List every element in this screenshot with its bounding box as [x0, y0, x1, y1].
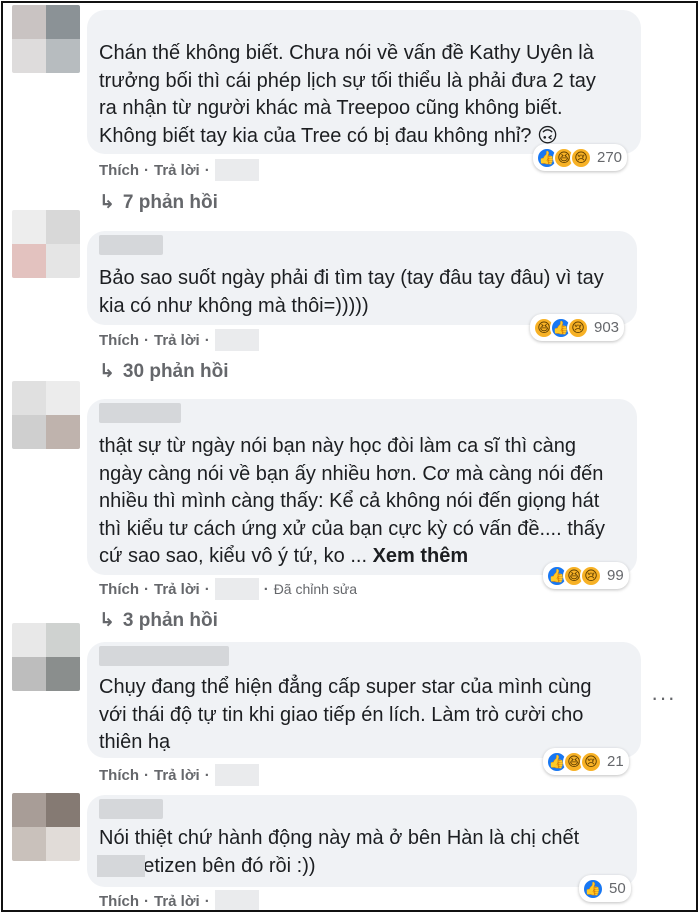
reply-button[interactable]: Trả lời [154, 767, 200, 784]
avatar[interactable] [12, 381, 80, 449]
reply-button[interactable]: Trả lời [154, 581, 200, 598]
like-button[interactable]: Thích [99, 332, 139, 349]
comment-actions: Thích · Trả lời · [99, 764, 259, 786]
view-replies-link[interactable]: ↳ 7 phản hồi [99, 191, 218, 214]
sad-icon: 😢 [570, 146, 592, 169]
sad-icon: 😢 [567, 316, 589, 339]
separator-dot: · [204, 892, 210, 910]
view-replies-link[interactable]: ↳ 3 phản hồi [99, 609, 218, 632]
separator-dot: · [204, 161, 210, 179]
sad-icon: 😢 [580, 750, 602, 773]
avatar[interactable] [12, 793, 80, 861]
like-button[interactable]: Thích [99, 893, 139, 910]
sad-icon: 😢 [580, 564, 602, 587]
comment-bubble: Nói thiệt chứ hành động này mà ở bên Hàn… [87, 795, 637, 887]
replies-label: 30 phản hồi [122, 360, 229, 382]
reply-arrow-icon: ↳ [99, 361, 115, 382]
like-button[interactable]: Thích [99, 581, 139, 598]
view-replies-link[interactable]: ↳ 30 phản hồi [99, 360, 229, 383]
comment-text: Chán thế không biết. Chưa nói về vấn đề … [99, 42, 596, 147]
timestamp-redacted[interactable] [214, 578, 259, 600]
reaction-summary[interactable]: 👍 50 [579, 875, 631, 902]
reply-arrow-icon: ↳ [99, 192, 115, 213]
replies-label: 7 phản hồi [122, 191, 218, 213]
reaction-summary[interactable]: 😆 👍 😢 903 [530, 314, 625, 341]
like-button[interactable]: Thích [99, 162, 139, 179]
comment-text: Nói thiệt chứ hành động này mà ở bên Hàn… [99, 827, 580, 877]
reply-button[interactable]: Trả lời [154, 332, 200, 349]
reply-button[interactable]: Trả lời [154, 893, 200, 910]
separator-dot: · [144, 161, 149, 179]
timestamp-redacted[interactable] [214, 890, 259, 910]
separator-dot: · [144, 331, 149, 349]
comment-actions: Thích · Trả lời · · Đã chỉnh sửa [99, 578, 357, 600]
replies-label: 3 phản hồi [122, 609, 218, 631]
reply-button[interactable]: Trả lời [154, 162, 200, 179]
avatar[interactable] [12, 5, 80, 73]
separator-dot: · [144, 766, 149, 784]
reaction-count: 50 [609, 880, 626, 897]
edited-label[interactable]: Đã chỉnh sửa [274, 581, 357, 597]
reaction-summary[interactable]: 👍 😆 😢 99 [543, 562, 629, 589]
separator-dot: · [204, 331, 210, 349]
timestamp-redacted[interactable] [214, 159, 259, 181]
see-more-link[interactable]: Xem thêm [373, 545, 469, 567]
comment-bubble: thật sự từ ngày nói bạn này học đòi làm … [87, 399, 637, 575]
comment-body: thật sự từ ngày nói bạn này học đòi làm … [99, 435, 606, 567]
mention-redacted[interactable] [97, 855, 145, 877]
comment-text: Chụy đang thể hiện đẳng cấp super star c… [99, 676, 592, 753]
comments-panel: Chán thế không biết. Chưa nói về vấn đề … [1, 1, 698, 912]
separator-dot: · [144, 892, 149, 910]
comment-actions: Thích · Trả lời · [99, 159, 259, 181]
reply-arrow-icon: ↳ [99, 610, 115, 631]
avatar[interactable] [12, 210, 80, 278]
reaction-summary[interactable]: 👍 😆 😢 270 [533, 144, 628, 171]
comment-actions: Thích · Trả lời · [99, 890, 259, 910]
separator-dot: · [204, 766, 210, 784]
reaction-count: 99 [607, 567, 624, 584]
comment-text: thật sự từ ngày nói bạn này học đòi làm … [99, 433, 623, 571]
like-icon: 👍 [582, 877, 604, 900]
reaction-summary[interactable]: 👍 😆 😢 21 [543, 748, 629, 775]
comment-bubble: Chán thế không biết. Chưa nói về vấn đề … [87, 10, 641, 154]
comment-bubble: Chụy đang thể hiện đẳng cấp super star c… [87, 642, 641, 758]
like-button[interactable]: Thích [99, 767, 139, 784]
timestamp-redacted[interactable] [214, 764, 259, 786]
comment-text: Bảo sao suốt ngày phải đi tìm tay (tay đ… [99, 267, 604, 317]
separator-dot: · [204, 580, 210, 598]
avatar[interactable] [12, 623, 80, 691]
separator-dot: · [144, 580, 149, 598]
more-options-button[interactable]: ··· [651, 685, 676, 711]
comment-actions: Thích · Trả lời · [99, 329, 259, 351]
comment-bubble: Bảo sao suốt ngày phải đi tìm tay (tay đ… [87, 231, 637, 325]
reaction-count: 21 [607, 753, 624, 770]
separator-dot: · [263, 580, 269, 598]
reaction-count: 270 [597, 149, 623, 166]
timestamp-redacted[interactable] [214, 329, 259, 351]
reaction-count: 903 [594, 319, 620, 336]
